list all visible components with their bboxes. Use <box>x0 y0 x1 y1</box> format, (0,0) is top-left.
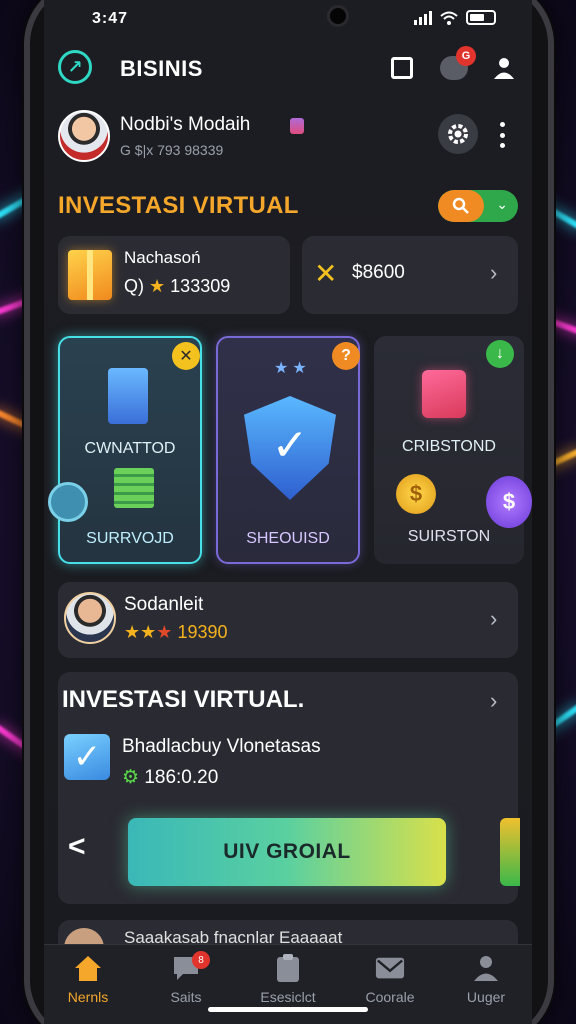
feature-card-2[interactable]: ★★ ? ✓ SHEOUISD <box>216 336 360 564</box>
profile-row[interactable]: Nodbi's Modaih G $|x 793 98339 <box>58 110 518 166</box>
clock: 3:47 <box>92 10 129 27</box>
home-indicator <box>208 1007 368 1012</box>
investment-card: INVESTASI VIRTUAL. › ✓ Bhadlacbuy Vlonet… <box>58 672 520 904</box>
chevron-right-icon: › <box>490 606 498 631</box>
feature-sublabel: SURRVOJD <box>86 530 174 547</box>
cube-icon <box>422 370 466 418</box>
nav-item-mail[interactable]: Coorale <box>350 953 430 1005</box>
close-badge-icon[interactable]: ✕ <box>172 342 200 370</box>
notification-badge: G <box>456 46 476 66</box>
settings-button[interactable] <box>438 114 478 154</box>
next-card-peek[interactable] <box>500 818 520 886</box>
nav-item-home[interactable]: Nernls <box>48 953 128 1005</box>
home-icon <box>73 953 103 983</box>
investment-title: INVESTASI VIRTUAL. <box>62 686 305 713</box>
server-icon <box>108 368 148 424</box>
profile-subtitle: G $|x 793 98339 <box>120 142 224 158</box>
check-icon: ✓ <box>271 421 309 470</box>
app-logo-icon[interactable]: ↗ <box>58 50 92 84</box>
nav-label: Coorale <box>365 989 415 1005</box>
app-title: BISINIS <box>120 56 203 81</box>
avatar <box>64 592 116 644</box>
feature-label: CRIBSTOND <box>402 438 496 455</box>
bottom-navigation: Nernls 8 Saits Esesiclct Coorale Uuger <box>44 944 532 1024</box>
balance-amount: $8600 <box>352 262 405 283</box>
chevron-right-icon[interactable]: › <box>490 688 497 714</box>
nav-label: Uuger <box>466 989 506 1005</box>
app-screen: 3:47 ↗ BISINIS G Nodbi's Modaih G $|x 79… <box>44 0 532 1024</box>
square-icon[interactable] <box>388 54 416 82</box>
feature-sublabel: SUIRSTON <box>407 528 491 545</box>
balance-card[interactable]: ✕ $8600 › <box>302 236 518 314</box>
nav-label: Nernls <box>67 989 109 1005</box>
status-bar: 3:47 <box>44 0 532 40</box>
stars-icon: ★★ <box>274 360 311 377</box>
gear-icon: ⚙ <box>122 767 140 788</box>
camera-cutout <box>327 5 349 27</box>
nav-label: Esesiclct <box>260 989 316 1005</box>
chevron-down-icon: ⌄ <box>496 196 508 212</box>
gold-coin-icon: $ <box>396 474 436 514</box>
download-badge-icon[interactable]: ↓ <box>486 340 514 368</box>
mail-icon <box>375 953 405 983</box>
section-title: INVESTASI VIRTUAL <box>58 192 299 219</box>
feature-card-3[interactable]: ↓ CRIBSTOND $ $ SUIRSTON <box>374 336 532 564</box>
app-header: ↗ BISINIS G <box>44 46 532 90</box>
help-badge-icon[interactable]: ? <box>332 342 360 370</box>
search-toggle[interactable]: ⌄ <box>438 190 518 222</box>
reward-card[interactable]: Nachasoń Q) ★ 133309 <box>58 236 290 314</box>
person-card[interactable]: Sodanleit ★★★ 19390 › <box>58 582 518 658</box>
chevron-left-icon[interactable]: < <box>68 830 86 864</box>
reward-card-value: Q) ★ 133309 <box>124 276 231 296</box>
nav-label: Saits <box>170 989 202 1005</box>
status-icons <box>414 10 496 25</box>
person-rating: ★★★ 19390 <box>124 622 228 642</box>
avatar[interactable] <box>58 110 110 162</box>
nav-item-chat[interactable]: 8 Saits <box>146 951 226 1005</box>
user-icon[interactable] <box>490 54 518 82</box>
clipboard-icon <box>273 953 303 983</box>
check-box-icon[interactable]: ✓ <box>64 734 110 780</box>
star-icon: ★ <box>149 276 166 296</box>
investment-item-value: ⚙ 186:0.20 <box>122 767 219 788</box>
coin-icon <box>48 482 88 522</box>
feature-label: CWNATTOD <box>84 440 176 457</box>
feature-card-1[interactable]: ✕ CWNATTOD SURRVOJD <box>48 336 202 564</box>
battery-icon <box>466 10 496 25</box>
gear-icon <box>448 124 468 144</box>
feature-sublabel: SHEOUISD <box>246 530 330 547</box>
cta-button[interactable]: UIV GROIAL <box>128 818 446 886</box>
reward-card-title: Nachasoń <box>124 248 201 267</box>
investment-item-title: Bhadlacbuy Vlonetasas <box>122 736 321 757</box>
more-options-button[interactable] <box>494 118 510 152</box>
gift-box-icon <box>68 250 112 300</box>
profile-name: Nodbi's Modaih <box>120 114 251 135</box>
purple-coin-icon: $ <box>486 476 532 528</box>
person-name: Sodanleit <box>124 594 204 615</box>
crossed-tools-icon: ✕ <box>314 258 338 289</box>
chevron-right-icon: › <box>490 260 498 285</box>
user-icon <box>471 953 501 983</box>
nav-item-clipboard[interactable]: Esesiclct <box>248 953 328 1005</box>
signal-icon <box>414 10 432 25</box>
search-icon[interactable] <box>438 190 484 222</box>
cash-stack-icon <box>114 468 154 508</box>
verified-badge-icon <box>290 118 304 134</box>
chat-badge: 8 <box>192 951 210 969</box>
nav-item-user[interactable]: Uuger <box>446 953 526 1005</box>
wifi-icon <box>440 11 458 25</box>
